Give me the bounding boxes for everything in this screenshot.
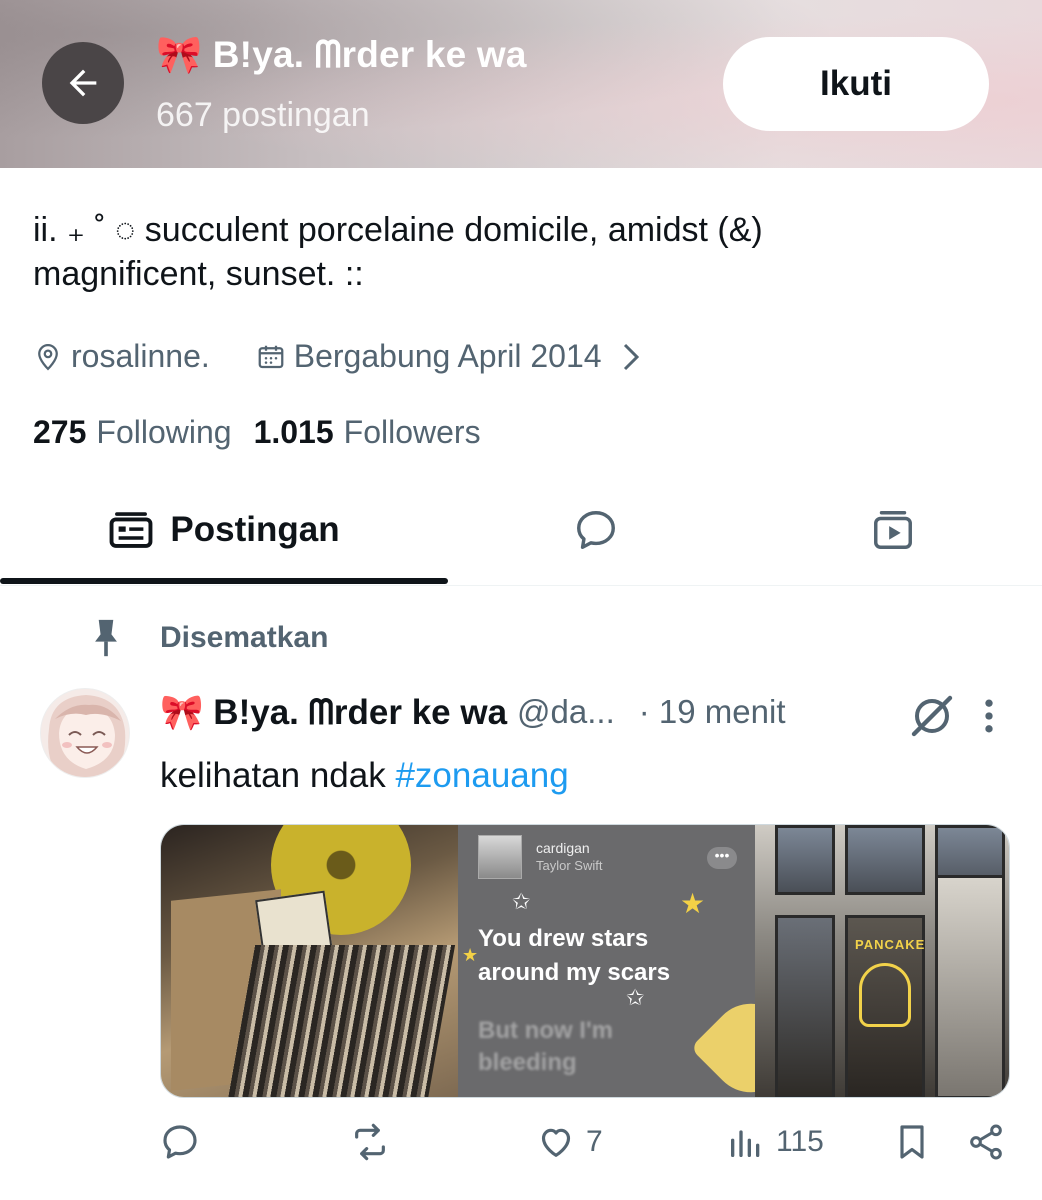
media-icon	[874, 511, 912, 549]
building-window	[775, 915, 835, 1097]
bio-line-2: magnificent, sunset. ::	[33, 255, 364, 293]
reply-button[interactable]	[160, 1122, 200, 1162]
song-menu-icon: •••	[707, 847, 737, 869]
post-timestamp[interactable]: · 19 menit	[639, 693, 786, 731]
star-icon: ✩	[626, 985, 645, 1010]
post-body-text: kelihatan ndak	[160, 756, 396, 795]
location-pin-icon	[38, 343, 58, 370]
media-image-building[interactable]: PANCAKE	[755, 825, 1009, 1097]
profile-tabs: Postingan	[0, 478, 1042, 586]
pinned-indicator: Disematkan	[92, 618, 328, 658]
views-icon	[731, 1130, 760, 1157]
bookmark-button[interactable]	[892, 1122, 932, 1162]
building-window	[935, 875, 1005, 1097]
location-text: rosalinne.	[71, 338, 210, 374]
reply-icon	[163, 1125, 197, 1159]
post-media-grid[interactable]: cardigan Taylor Swift ••• ✩ ★ ✩ ★ You dr…	[160, 824, 1010, 1098]
star-icon: ★	[462, 945, 479, 965]
lyric-line-4: bleeding	[478, 1049, 577, 1076]
tab-posts-label: Postingan	[170, 510, 340, 549]
lyric-line-2: around my scars	[478, 959, 671, 986]
followers-count[interactable]: 1.015	[254, 414, 334, 451]
views-button[interactable]: 115	[726, 1122, 824, 1162]
header-display-name: 🎀 B!ya. ᗰrder ke wa	[156, 34, 527, 75]
post-header: 🎀 B!ya. ᗰrder ke wa @da... · 19 menit	[160, 688, 1020, 736]
avatar-image	[41, 689, 129, 777]
lyric-line-3: But now I'm	[478, 1017, 614, 1044]
calendar-icon	[258, 345, 284, 368]
location-item: rosalinne.	[33, 338, 210, 375]
album-art	[478, 835, 522, 879]
replies-icon	[577, 511, 615, 549]
header-post-count: 667 postingan	[156, 96, 370, 134]
lyric-line-1: You drew stars	[478, 925, 649, 952]
posts-icon	[109, 512, 153, 548]
profile-header: 🎀 B!ya. ᗰrder ke wa 667 postingan Ikuti	[0, 0, 1042, 168]
followers-label[interactable]: Followers	[344, 414, 481, 451]
pancake-neon-graphic	[859, 963, 911, 1027]
profile-meta: rosalinne. Bergabung April 2014	[33, 338, 654, 375]
heart-icon	[541, 1128, 571, 1157]
post-actions: 7 115	[160, 1122, 1020, 1178]
more-options-icon[interactable]	[974, 694, 1004, 738]
song-artist: Taylor Swift	[536, 858, 603, 873]
building-window	[845, 825, 925, 895]
view-count: 115	[776, 1125, 824, 1158]
grok-icon[interactable]	[908, 692, 956, 740]
repost-icon	[355, 1123, 385, 1161]
media-image-lyrics[interactable]: cardigan Taylor Swift ••• ✩ ★ ✩ ★ You dr…	[458, 825, 755, 1097]
share-button[interactable]	[966, 1122, 1006, 1162]
joined-text: Bergabung April 2014	[293, 338, 602, 374]
post-author-handle[interactable]: @da...	[517, 693, 615, 731]
following-count[interactable]: 275	[33, 414, 86, 451]
post-text: kelihatan ndak #zonauang	[160, 756, 569, 796]
repost-button[interactable]	[350, 1122, 390, 1162]
vinyl-stack	[226, 945, 456, 1097]
pancake-neon-sign: PANCAKE	[855, 937, 926, 952]
following-label[interactable]: Following	[96, 414, 231, 451]
song-title: cardigan	[536, 840, 590, 856]
arrow-left-icon	[69, 69, 97, 97]
star-icon: ★	[680, 888, 706, 919]
now-playing: cardigan Taylor Swift	[478, 835, 602, 879]
tab-media[interactable]	[744, 478, 1042, 582]
like-count: 7	[586, 1125, 603, 1158]
tab-posts[interactable]: Postingan	[0, 478, 448, 582]
follow-stats: 275 Following 1.015 Followers	[33, 414, 481, 451]
tab-replies[interactable]	[448, 478, 744, 582]
post-hashtag[interactable]: #zonauang	[395, 756, 568, 795]
pin-icon	[95, 619, 117, 657]
joined-item[interactable]: Bergabung April 2014	[256, 338, 654, 375]
post-author-name[interactable]: 🎀 B!ya. ᗰrder ke wa	[160, 692, 507, 733]
heart-sticker	[690, 987, 755, 1097]
profile-bio: ii. ₊ ˚ ◌ succulent porcelaine domicile,…	[33, 208, 973, 296]
like-button[interactable]: 7	[536, 1122, 603, 1162]
follow-button[interactable]: Ikuti	[723, 37, 989, 131]
post-avatar[interactable]	[40, 688, 130, 778]
pinned-label: Disematkan	[160, 621, 329, 654]
share-icon	[970, 1124, 1002, 1160]
star-icon: ✩	[512, 889, 531, 914]
back-button[interactable]	[42, 42, 124, 124]
bio-line-1: ii. ₊ ˚ ◌ succulent porcelaine domicile,…	[33, 211, 763, 249]
bookmark-icon	[900, 1125, 924, 1159]
media-image-records[interactable]	[161, 825, 458, 1097]
active-tab-indicator	[0, 578, 448, 584]
chevron-right-icon	[623, 343, 639, 370]
building-window	[775, 825, 835, 895]
